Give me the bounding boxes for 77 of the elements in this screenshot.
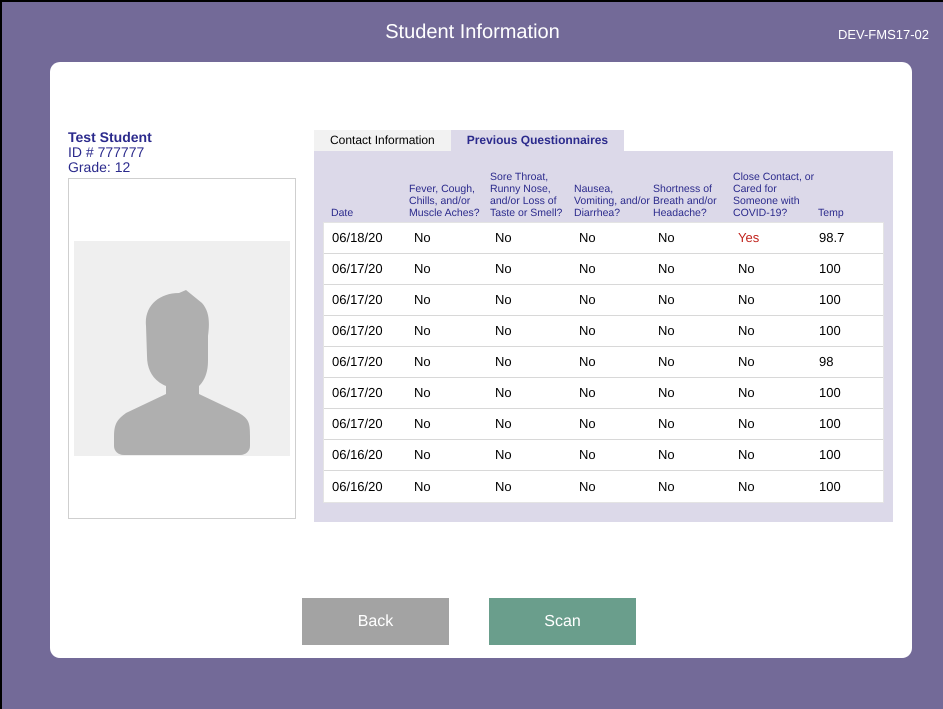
table-cell: No [414,447,431,462]
table-cell: Yes [738,230,760,245]
column-header: Date [331,207,354,219]
table-cell: No [414,416,431,431]
table-cell: No [579,230,596,245]
table-cell: No [658,354,675,369]
table-cell: No [579,447,596,462]
device-id: DEV-FMS17-02 [838,26,929,44]
table-cell: No [738,385,755,400]
column-header: Temp [818,207,845,219]
table-cell: No [658,416,675,431]
table-cell: No [579,478,596,494]
table-cell: 06/17/20 [332,323,383,338]
table-cell: No [495,323,512,338]
table-cell: 06/17/20 [332,354,383,369]
table-cell: No [738,447,755,462]
table-cell: 100 [819,478,841,494]
table-cell: No [495,230,512,245]
column-header: Sore Throat, Runny Nose, and/or Loss of Taste or Smell? [490,171,564,219]
table-cell: No [579,416,596,431]
table-cell: 06/17/20 [332,261,383,276]
table-cell: No [658,447,675,462]
table-cell: No [495,354,512,369]
table-cell: No [658,478,675,494]
table-cell: No [738,261,755,276]
table-cell: No [414,385,431,400]
page-title: Student Information [385,20,560,45]
table-cell: No [658,230,675,245]
student-grade: Grade: 12 [68,160,132,175]
table-cell: No [738,323,755,338]
table-cell: No [414,230,431,245]
table-cell: No [579,354,596,369]
table-cell: No [658,292,675,307]
table-cell: No [658,261,675,276]
table-cell: No [495,385,512,400]
table-cell: 06/17/20 [332,385,383,400]
table-cell: 06/16/20 [332,478,383,494]
table-cell: No [738,478,755,494]
table-cell: No [495,292,512,307]
table-cell: No [738,354,755,369]
table-cell: 100 [819,261,841,276]
table-cell: 06/17/20 [332,416,383,431]
table-cell: 100 [819,292,841,307]
table-cell: No [579,385,596,400]
table-cell: No [658,385,675,400]
table-cell: No [579,292,596,307]
table-cell: No [414,261,431,276]
table-cell: No [414,354,431,369]
table-cell: 06/17/20 [332,292,383,307]
table-cell: No [495,447,512,462]
table-cell: 100 [819,323,841,338]
table-cell: No [495,261,512,276]
table-cell: 100 [819,416,841,431]
table-cell: 06/18/20 [332,230,383,245]
student-id: ID # 777777 [68,145,146,160]
column-header: Close Contact, or Cared for Someone with COVID-19? [733,171,816,219]
table-cell: 100 [819,385,841,400]
table-cell: No [738,416,755,431]
table-cell: 98.7 [819,230,844,245]
table-cell: No [414,323,431,338]
table-cell: No [495,478,512,494]
table-cell: No [579,323,596,338]
table-cell: 98 [819,354,834,369]
table-cell: No [658,323,675,338]
table-cell: No [495,416,512,431]
column-header: Fever, Cough, Chills, and/or Muscle Aches? [409,183,481,219]
tab[interactable]: Contact Information [314,130,451,151]
table-cell: No [414,292,431,307]
student-name: Test Student [68,130,153,145]
column-header: Shortness of Breath and/or Headache? [653,183,718,219]
table-cell: 06/16/20 [332,447,383,462]
table-cell: 100 [819,447,841,462]
table-cell: No [738,292,755,307]
column-header: Nausea, Vomiting, and/or Diarrhea? [574,183,651,219]
tab[interactable]: Previous Questionnaires [450,130,624,151]
table-cell: No [414,478,431,494]
table-cell: No [579,261,596,276]
